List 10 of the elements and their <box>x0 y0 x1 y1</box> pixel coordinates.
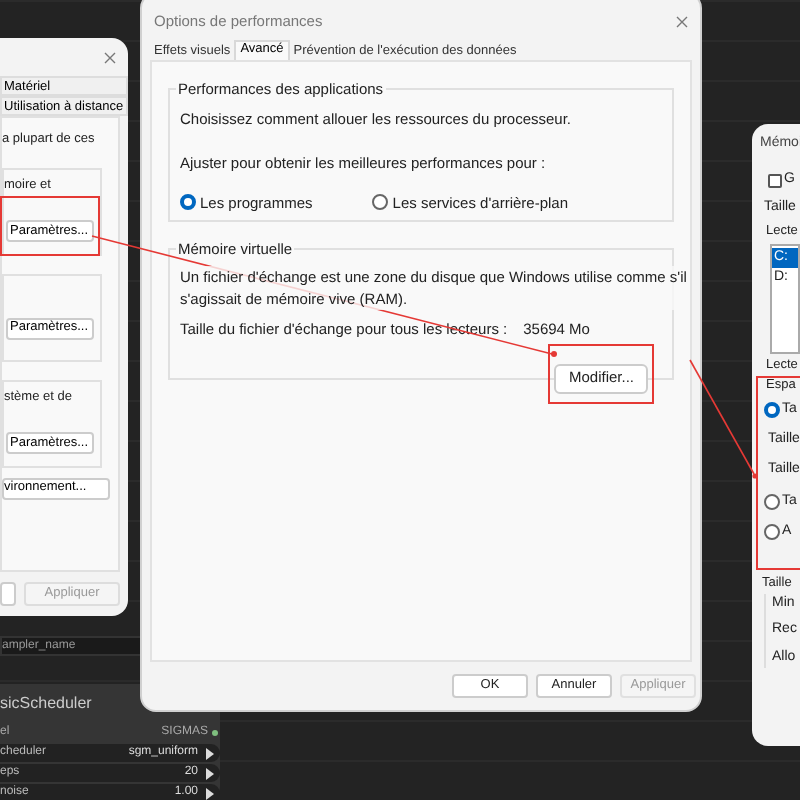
radio-button[interactable] <box>764 493 780 510</box>
annotation-arrow <box>689 359 758 479</box>
radio-button[interactable] <box>764 524 780 541</box>
radio-button[interactable] <box>372 194 389 211</box>
node-title: sicScheduler <box>0 692 94 716</box>
radio-button[interactable] <box>180 194 196 211</box>
close-icon[interactable] <box>676 15 688 27</box>
checkbox[interactable] <box>768 173 782 188</box>
close-icon[interactable] <box>104 51 116 63</box>
radio-button[interactable] <box>764 402 780 419</box>
